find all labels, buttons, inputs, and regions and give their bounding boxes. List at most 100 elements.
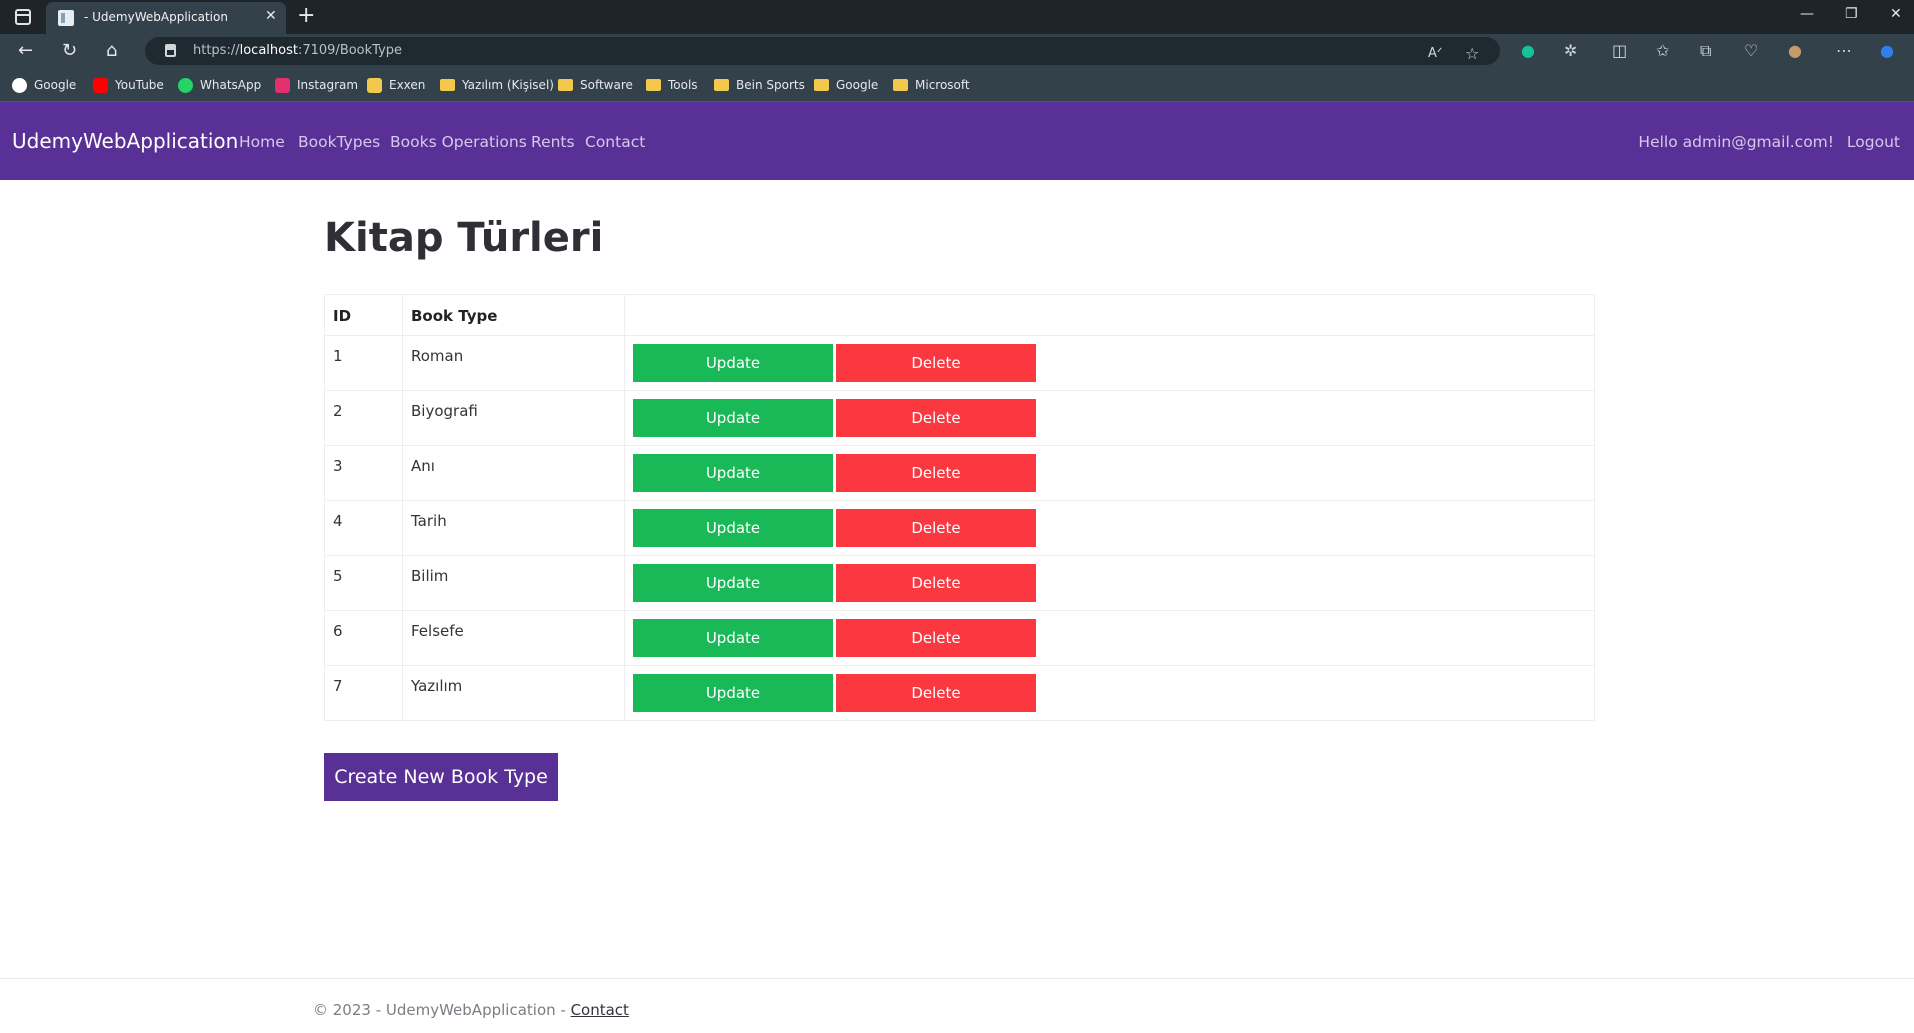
bookmark-youtube[interactable]: YouTube	[93, 76, 164, 94]
restore-icon[interactable]: ❐	[1845, 6, 1858, 22]
nav-link-contact[interactable]: Contact	[585, 133, 645, 151]
split-screen-icon[interactable]: ◫	[1612, 40, 1627, 62]
bookmark-folder-bein-sports[interactable]: Bein Sports	[714, 76, 805, 94]
bookmark-folder-google[interactable]: Google	[814, 76, 878, 94]
cell-id: 1	[324, 335, 403, 391]
profile-avatar-icon[interactable]: ●	[1788, 40, 1802, 62]
favorites-icon[interactable]: ✩	[1656, 40, 1669, 62]
header-book-type: Book Type	[402, 294, 625, 336]
tab-title: - UdemyWebApplication	[84, 10, 228, 24]
table-row: 6 Felsefe Update Delete	[324, 610, 1595, 666]
cell-actions: Update Delete	[624, 500, 1595, 556]
nav-link-home[interactable]: Home	[239, 133, 285, 151]
folder-icon	[646, 79, 661, 91]
header-actions	[624, 294, 1595, 336]
navbar-brand[interactable]: UdemyWebApplication	[12, 129, 238, 153]
back-icon[interactable]: ←	[18, 39, 33, 63]
folder-icon	[440, 79, 455, 91]
favorite-star-icon[interactable]: ☆	[1465, 43, 1479, 65]
extensions-icon[interactable]: ✲	[1564, 40, 1577, 62]
site-navbar: UdemyWebApplication Home BookTypes Books…	[0, 102, 1914, 180]
cell-id: 3	[324, 445, 403, 501]
cell-actions: Update Delete	[624, 555, 1595, 611]
cell-book-type: Felsefe	[402, 610, 625, 666]
collections-icon[interactable]: ⧉	[1700, 40, 1711, 62]
tab-close-icon[interactable]: ✕	[265, 8, 277, 24]
bookmark-exxen[interactable]: Exxen	[367, 76, 425, 94]
header-id: ID	[324, 294, 403, 336]
browser-essentials-icon[interactable]: ♡	[1744, 40, 1758, 62]
youtube-icon	[93, 77, 108, 93]
footer-text: © 2023 - UdemyWebApplication - Contact	[313, 1001, 629, 1019]
instagram-icon	[275, 77, 290, 93]
delete-button[interactable]: Delete	[836, 619, 1036, 657]
google-icon	[12, 77, 27, 93]
delete-button[interactable]: Delete	[836, 509, 1036, 547]
home-icon[interactable]: ⌂	[106, 39, 117, 63]
folder-icon	[558, 79, 573, 91]
browser-tab[interactable]: - UdemyWebApplication ✕	[46, 2, 286, 34]
create-new-book-type-button[interactable]: Create New Book Type	[324, 753, 558, 801]
cell-actions: Update Delete	[624, 445, 1595, 501]
cell-actions: Update Delete	[624, 335, 1595, 391]
bookmark-instagram[interactable]: Instagram	[275, 76, 358, 94]
bookmark-whatsapp[interactable]: WhatsApp	[178, 76, 261, 94]
update-button[interactable]: Update	[633, 344, 833, 382]
update-button[interactable]: Update	[633, 564, 833, 602]
lock-icon[interactable]	[165, 44, 176, 57]
cell-id: 5	[324, 555, 403, 611]
table-row: 2 Biyografi Update Delete	[324, 390, 1595, 446]
book-types-table: ID Book Type 1 Roman Update Delete 2 Biyo…	[324, 294, 1595, 721]
whatsapp-icon	[178, 77, 193, 93]
tab-actions-icon[interactable]	[15, 9, 31, 25]
bookmarks-bar: Google YouTube WhatsApp Instagram Exxen …	[0, 68, 1914, 102]
cell-book-type: Roman	[402, 335, 625, 391]
bookmark-folder-yazilim[interactable]: Yazılım (Kişisel)	[440, 76, 554, 94]
delete-button[interactable]: Delete	[836, 344, 1036, 382]
url-text[interactable]: https://localhost:7109/BookType	[193, 43, 402, 58]
url-field[interactable]: https://localhost:7109/BookType Aᐟ ☆	[145, 37, 1500, 65]
delete-button[interactable]: Delete	[836, 674, 1036, 712]
footer-contact-link[interactable]: Contact	[571, 1001, 629, 1019]
delete-button[interactable]: Delete	[836, 399, 1036, 437]
browser-titlebar: - UdemyWebApplication ✕ + — ❐ ✕	[0, 0, 1914, 34]
table-row: 3 Anı Update Delete	[324, 445, 1595, 501]
exxen-icon	[367, 77, 382, 93]
delete-button[interactable]: Delete	[836, 564, 1036, 602]
bookmark-folder-software[interactable]: Software	[558, 76, 633, 94]
cell-actions: Update Delete	[624, 665, 1595, 721]
bing-copilot-icon[interactable]: ●	[1880, 40, 1894, 62]
cell-book-type: Bilim	[402, 555, 625, 611]
cell-book-type: Yazılım	[402, 665, 625, 721]
read-aloud-icon[interactable]: Aᐟ	[1428, 43, 1442, 65]
grammarly-icon[interactable]: ●	[1521, 40, 1535, 62]
nav-link-booktypes[interactable]: BookTypes	[298, 133, 380, 151]
cell-actions: Update Delete	[624, 610, 1595, 666]
nav-link-books-operations[interactable]: Books Operations	[390, 133, 527, 151]
page-favicon-icon	[58, 10, 74, 26]
update-button[interactable]: Update	[633, 619, 833, 657]
address-bar: ← ↻ ⌂ https://localhost:7109/BookType Aᐟ…	[0, 34, 1914, 68]
delete-button[interactable]: Delete	[836, 454, 1036, 492]
cell-id: 6	[324, 610, 403, 666]
update-button[interactable]: Update	[633, 399, 833, 437]
cell-id: 4	[324, 500, 403, 556]
more-options-icon[interactable]: ⋯	[1836, 40, 1852, 62]
logout-link[interactable]: Logout	[1847, 133, 1900, 151]
bookmark-google[interactable]: Google	[12, 76, 76, 94]
update-button[interactable]: Update	[633, 509, 833, 547]
bookmark-folder-microsoft[interactable]: Microsoft	[893, 76, 970, 94]
refresh-icon[interactable]: ↻	[62, 39, 77, 63]
nav-link-rents[interactable]: Rents	[531, 133, 575, 151]
page-footer: © 2023 - UdemyWebApplication - Contact	[0, 978, 1914, 1033]
folder-icon	[893, 79, 908, 91]
minimize-icon[interactable]: —	[1800, 6, 1814, 22]
new-tab-icon[interactable]: +	[297, 2, 315, 30]
cell-actions: Update Delete	[624, 390, 1595, 446]
update-button[interactable]: Update	[633, 674, 833, 712]
cell-id: 7	[324, 665, 403, 721]
window-close-icon[interactable]: ✕	[1890, 6, 1902, 22]
bookmark-folder-tools[interactable]: Tools	[646, 76, 698, 94]
user-greeting[interactable]: Hello admin@gmail.com!	[1638, 133, 1834, 151]
update-button[interactable]: Update	[633, 454, 833, 492]
